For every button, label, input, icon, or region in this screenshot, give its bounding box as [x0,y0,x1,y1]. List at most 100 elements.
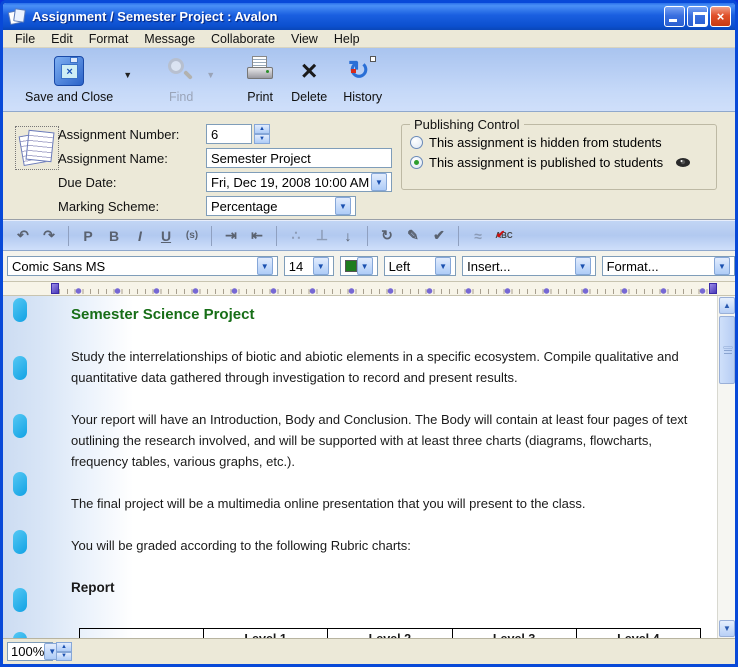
report-heading: Report [71,577,707,598]
binder-hole-icon [13,588,27,612]
publishing-control-legend: Publishing Control [410,117,524,132]
redo-icon[interactable]: ↷ [37,224,61,248]
assignment-form: Assignment Number: 6 ▲▼ Assignment Name:… [3,112,735,220]
table-header-cell: Level 1 [204,629,328,639]
binder-hole-icon [13,530,27,554]
find-button[interactable]: Find [160,52,202,106]
ruler-left-margin-marker[interactable] [51,283,59,294]
menu-edit[interactable]: Edit [43,31,81,47]
eye-icon [675,157,691,168]
document-body[interactable]: Semester Science Project Study the inter… [71,304,707,638]
menu-format[interactable]: Format [81,31,137,47]
margin-icon[interactable]: ⊥ [310,224,334,248]
menu-help[interactable]: Help [326,31,368,47]
paragraph: You will be graded according to the foll… [71,535,707,556]
paragraph: The final project will be a multimedia o… [71,493,707,514]
close-button[interactable]: × [710,6,731,27]
pencil-icon[interactable]: ✎ [401,224,425,248]
hidden-radio[interactable] [410,136,423,149]
save-and-close-label: Save and Close [25,90,113,104]
app-icon [9,9,27,25]
save-dropdown-arrow-icon[interactable]: ▼ [123,70,132,80]
font-size-select[interactable]: 14 ▼ [284,256,334,276]
insert-chevron-icon[interactable]: ▼ [575,257,591,275]
main-toolbar: × Save and Close ▼ Find ▼ Print × Delete… [3,48,735,112]
published-radio-label: This assignment is published to students [429,155,663,170]
due-date-chevron-icon[interactable]: ▼ [371,173,387,191]
table-header-cell: Level 3 [452,629,576,639]
assignment-number-stepper[interactable]: ▲▼ [254,124,270,144]
zoom-stepper[interactable]: ▲▼ [56,642,72,661]
menu-message[interactable]: Message [136,31,203,47]
ruler-right-margin-marker[interactable] [709,283,717,294]
font-toolbar: Comic Sans MS ▼ 14 ▼ ▼ Left ▼ Insert... … [3,251,735,282]
title-bar: Assignment / Semester Project : Avalon × [3,3,735,30]
undo-icon[interactable]: ↶ [11,224,35,248]
font-name-chevron-icon[interactable]: ▼ [257,257,273,275]
minimize-button[interactable] [664,6,685,27]
scrollbar-thumb[interactable] [719,316,735,384]
underline-icon[interactable]: U [154,224,178,248]
delete-button[interactable]: × Delete [285,52,333,106]
binder-hole-icon [13,356,27,380]
menu-bar: File Edit Format Message Collaborate Vie… [3,30,735,48]
formatting-toolbar: ↶ ↷ P B I U (s) ⇥ ⇤ ∴ ⊥ ↓ ↻ ✎ ✔ ≈ ABC ✔ [3,220,735,251]
zoom-level-select[interactable]: 100% ▼ [7,642,53,661]
document-area[interactable]: Semester Science Project Study the inter… [3,296,735,638]
status-bar: 100% ▼ ▲▼ [3,638,735,664]
due-date-combobox[interactable]: Fri, Dec 19, 2008 10:00 AM ▼ [206,172,392,192]
published-radio[interactable] [410,156,423,169]
print-button[interactable]: Print [239,52,281,106]
assignment-name-field[interactable]: Semester Project [206,148,392,168]
font-color-select[interactable]: ▼ [340,256,378,276]
strikethrough-icon[interactable]: (s) [180,224,204,248]
document-title: Semester Science Project [71,304,707,325]
font-name-select[interactable]: Comic Sans MS ▼ [7,256,278,276]
find-dropdown-arrow-icon[interactable]: ▼ [206,70,215,80]
signature-icon[interactable]: ≈ [466,224,490,248]
italic-icon[interactable]: I [128,224,152,248]
vertical-scrollbar[interactable]: ▲ ▼ [717,296,735,638]
bold-icon[interactable]: B [102,224,126,248]
move-down-icon[interactable]: ↓ [336,224,360,248]
plain-text-icon[interactable]: P [76,224,100,248]
spellcheck-icon[interactable]: ABC ✔ [492,224,516,248]
indent-increase-icon[interactable]: ⇥ [219,224,243,248]
marking-scheme-chevron-icon[interactable]: ▼ [335,197,351,215]
save-and-close-button[interactable]: × Save and Close [19,52,119,106]
rubric-table: Level 1 Level 2 Level 3 Level 4 Introduc… [79,628,701,638]
find-label: Find [169,90,193,104]
menu-file[interactable]: File [7,31,43,47]
insert-select[interactable]: Insert... ▼ [462,256,595,276]
assignment-name-label: Assignment Name: [58,151,206,166]
scroll-down-icon[interactable]: ▼ [719,620,735,637]
menu-view[interactable]: View [283,31,326,47]
font-size-chevron-icon[interactable]: ▼ [313,257,329,275]
font-color-swatch [345,260,357,272]
window-title: Assignment / Semester Project : Avalon [32,9,664,24]
paragraph: Your report will have an Introduction, B… [71,409,707,472]
align-select[interactable]: Left ▼ [384,256,457,276]
format-chevron-icon[interactable]: ▼ [714,257,730,275]
format-select[interactable]: Format... ▼ [602,256,735,276]
maximize-button[interactable] [687,6,708,27]
marking-scheme-select[interactable]: Percentage ▼ [206,196,356,216]
assignment-stack-icon[interactable] [15,126,59,170]
ruler[interactable] [3,282,735,296]
history-button[interactable]: ↻ History [337,52,388,106]
indent-decrease-icon[interactable]: ⇤ [245,224,269,248]
approve-icon[interactable]: ✔ [427,224,451,248]
tab-stop-icon[interactable]: ∴ [284,224,308,248]
menu-collaborate[interactable]: Collaborate [203,31,283,47]
scroll-up-icon[interactable]: ▲ [719,297,735,314]
delete-label: Delete [291,90,327,104]
publishing-control-group: Publishing Control This assignment is hi… [401,124,717,190]
table-header-cell: Level 4 [576,629,700,639]
binder-hole-icon [13,298,27,322]
align-chevron-icon[interactable]: ▼ [435,257,451,275]
assignment-number-label: Assignment Number: [58,127,206,142]
font-color-chevron-icon[interactable]: ▼ [357,257,373,275]
rotate-icon[interactable]: ↻ [375,224,399,248]
due-date-label: Due Date: [58,175,206,190]
assignment-number-field[interactable]: 6 [206,124,252,144]
